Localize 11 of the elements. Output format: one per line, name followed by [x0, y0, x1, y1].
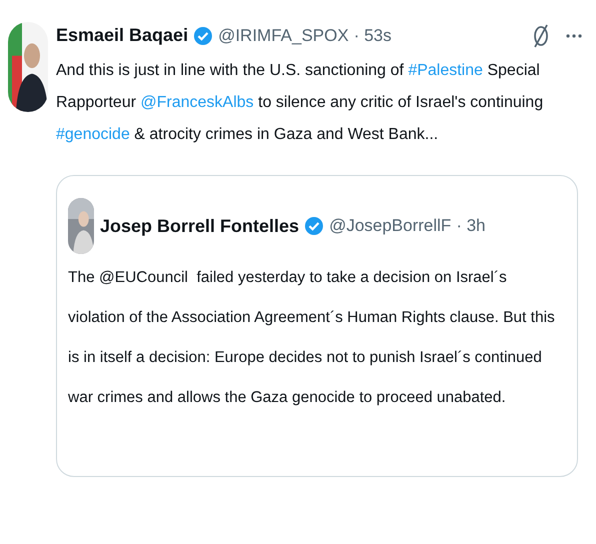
post-time[interactable]: · 3h	[456, 213, 486, 239]
quoted-tweet-card[interactable]	[56, 175, 578, 477]
author-name[interactable]: Esmaeil Baqaei	[56, 22, 188, 49]
post-time[interactable]: · 53s	[354, 22, 392, 48]
more-icon[interactable]	[566, 32, 582, 38]
author-name[interactable]: Josep Borrell Fontelles	[100, 212, 300, 240]
author-handle[interactable]: @IRIMFA_SPOX	[218, 22, 349, 48]
author-handle[interactable]: @JosepBorrellF	[329, 213, 452, 239]
tweet-text: And this is just in line with the U.S. sanctioning of #Palestine Special Rapporteur @FranceskAlbs to silence any critic of Israel's continuing #genocide & atrocity crimes in Gaza and West Bank...	[56, 61, 544, 145]
quoted-tweet-text: The @EUCouncil failed yesterday to take a decision on Israel´s violation of the Association Agreement´s Human Rights clause. But this is in itself a decision: Europe decides not to punish Israel´s continued war crimes and allows the Gaza genocide to proceed unabated.	[68, 268, 556, 408]
slashed-circle-icon[interactable]	[532, 22, 550, 48]
